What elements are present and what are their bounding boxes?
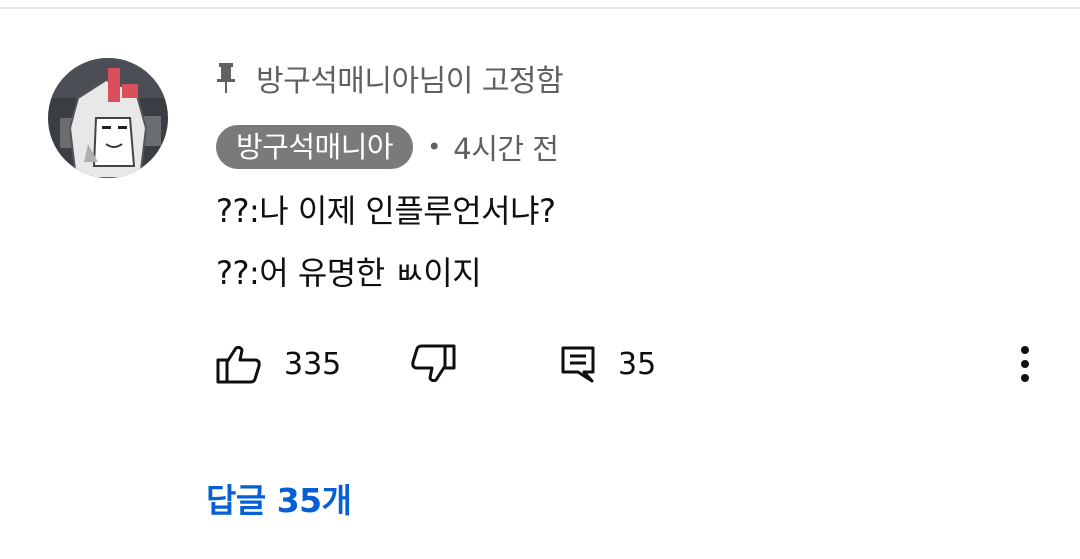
dislike-button[interactable] (410, 336, 456, 392)
like-button[interactable]: 335 (216, 336, 341, 392)
like-count: 335 (284, 346, 342, 382)
thumbs-up-icon (216, 344, 262, 384)
avatar-image (48, 58, 168, 178)
pinned-text: 방구석매니아님이 고정함 (256, 64, 564, 99)
thumbs-down-icon (410, 344, 456, 384)
more-options-button[interactable] (1008, 336, 1042, 392)
comment-text-line: ??:나 이제 인플루언서냐? (216, 192, 556, 230)
comment-timestamp[interactable]: 4시간 전 (453, 126, 559, 168)
view-replies-link[interactable]: 답글 35개 (206, 474, 352, 522)
comment-icon (560, 344, 596, 384)
pinned-label: 방구석매니아님이 고정함 (216, 58, 564, 99)
avatar[interactable] (48, 58, 168, 178)
separator-dot: • (427, 133, 442, 161)
author-name[interactable]: 방구석매니아 (216, 125, 414, 169)
comment-header: 방구석매니아 • 4시간 전 (216, 124, 559, 170)
more-vert-icon (1020, 345, 1030, 383)
top-divider (0, 7, 1080, 9)
pin-icon (216, 61, 238, 95)
reply-button[interactable]: 35 (560, 336, 656, 392)
comment-actions: 335 35 (0, 336, 1080, 392)
comment-text-line: ??:어 유명한 ㅄ이지 (216, 254, 482, 292)
reply-count: 35 (618, 346, 657, 382)
